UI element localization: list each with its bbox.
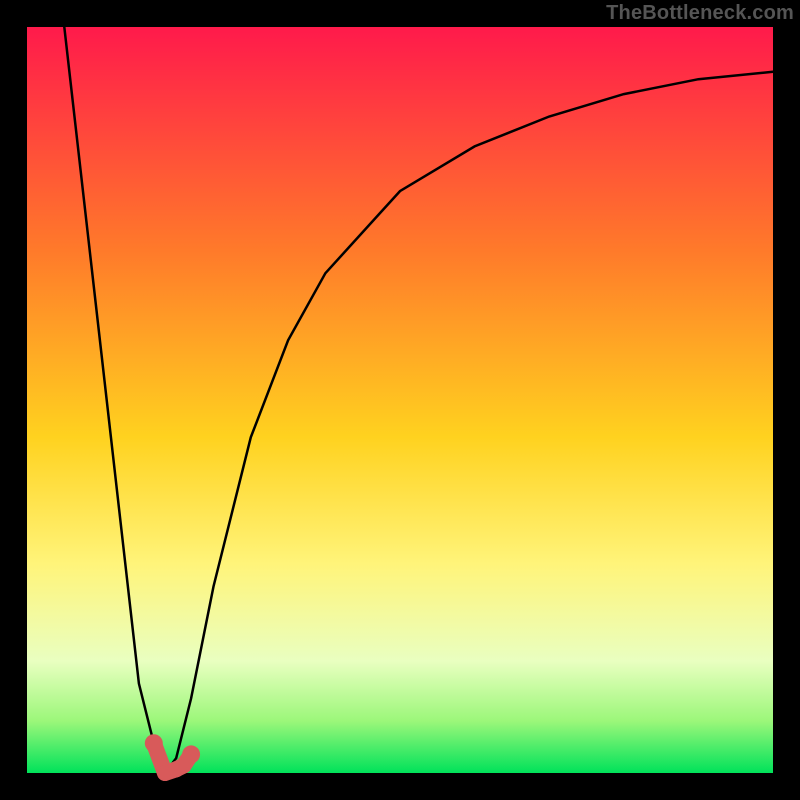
gradient-background <box>27 27 773 773</box>
highlight-dot <box>182 745 200 763</box>
highlight-dot <box>145 734 163 752</box>
chart-container: TheBottleneck.com <box>0 0 800 800</box>
bottleneck-chart <box>0 0 800 800</box>
watermark-text: TheBottleneck.com <box>606 2 794 25</box>
